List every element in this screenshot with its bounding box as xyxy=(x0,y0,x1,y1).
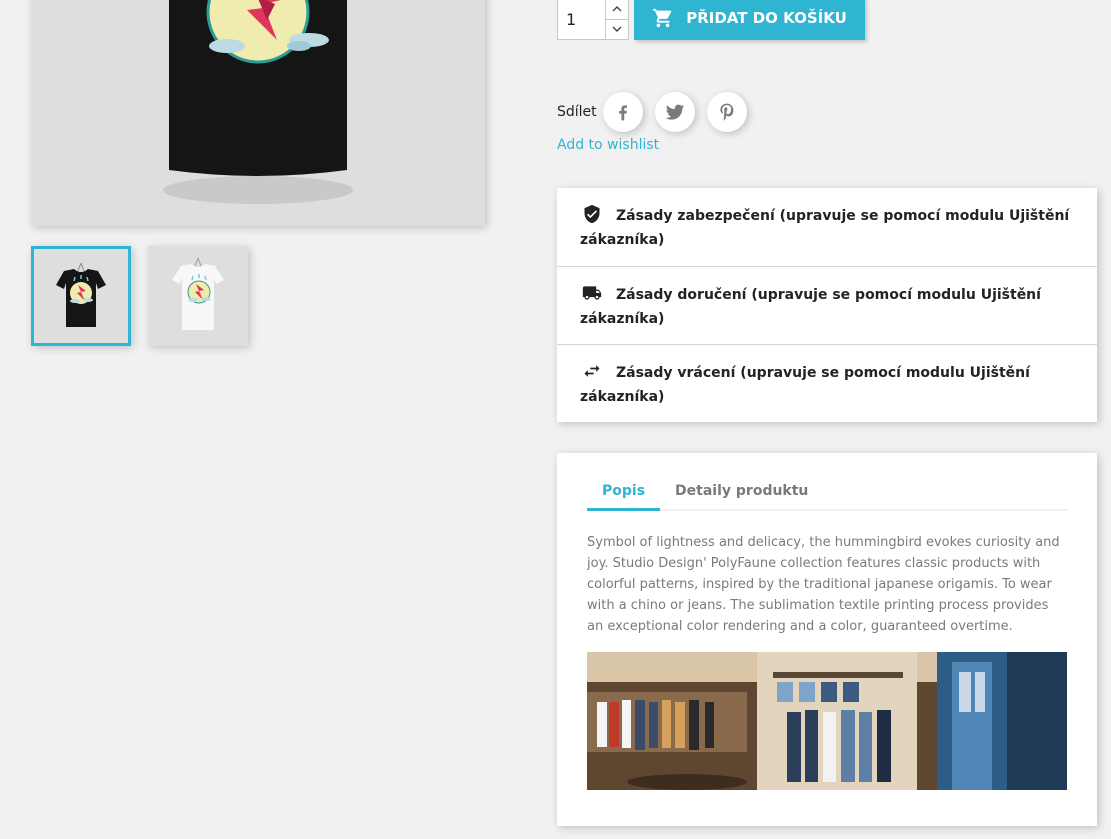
product-cover-image[interactable] xyxy=(31,0,485,226)
chevron-down-icon xyxy=(612,26,622,32)
reassurance-delivery: Zásady doručení (upravuje se pomocí modu… xyxy=(557,266,1097,344)
reassurance-security: Zásady zabezpečení (upravuje se pomocí m… xyxy=(557,188,1097,266)
shopping-cart-icon xyxy=(653,8,672,28)
quantity-buttons xyxy=(605,0,628,39)
add-to-wishlist-link[interactable]: Add to wishlist xyxy=(557,137,659,153)
thumbnail-black-tshirt[interactable] xyxy=(31,246,131,346)
product-tabs: Popis Detaily produktu xyxy=(587,475,1067,511)
customer-reassurance: Zásady zabezpečení (upravuje se pomocí m… xyxy=(557,188,1097,422)
reassurance-security-text: Zásady zabezpečení (upravuje se pomocí m… xyxy=(580,208,1070,248)
reassurance-delivery-text: Zásady doručení (upravuje se pomocí modu… xyxy=(580,287,1041,327)
share-facebook-button[interactable] xyxy=(602,92,643,132)
clothing-store-image xyxy=(587,652,1067,790)
product-tabs-card: Popis Detaily produktu Symbol of lightne… xyxy=(557,453,1097,826)
quantity-decrement-button[interactable] xyxy=(606,18,628,40)
truck-icon xyxy=(582,286,602,300)
product-description: Symbol of lightness and delicacy, the hu… xyxy=(587,535,1060,634)
tab-product-details[interactable]: Detaily produktu xyxy=(660,475,823,511)
clothing-store-illustration xyxy=(587,652,1067,790)
tab-description[interactable]: Popis xyxy=(587,475,661,511)
tshirt-thumb-black-image xyxy=(56,262,106,327)
reassurance-return-text: Zásady vrácení (upravuje se pomocí modul… xyxy=(580,365,1030,405)
share-twitter-button[interactable] xyxy=(654,92,695,132)
swap-arrows-icon xyxy=(584,365,600,377)
add-to-cart-button[interactable]: PŘIDAT DO KOŠÍKU xyxy=(634,0,865,40)
add-to-cart-label: PŘIDAT DO KOŠÍKU xyxy=(686,9,847,27)
share-label: Sdílet xyxy=(557,104,597,120)
share-pinterest-button[interactable] xyxy=(706,92,747,132)
chevron-up-icon xyxy=(612,6,622,12)
facebook-icon xyxy=(618,105,627,121)
product-thumbnails xyxy=(31,246,248,346)
tshirt-black-image xyxy=(163,0,353,204)
social-share: Sdílet xyxy=(557,92,759,132)
thumbnail-white-tshirt[interactable] xyxy=(148,246,248,346)
reassurance-return: Zásady vrácení (upravuje se pomocí modul… xyxy=(557,344,1097,422)
pinterest-icon xyxy=(719,103,734,121)
quantity-stepper xyxy=(557,0,629,40)
quantity-input[interactable] xyxy=(558,0,605,39)
quantity-increment-button[interactable] xyxy=(606,0,628,19)
shield-check-icon xyxy=(584,204,600,224)
twitter-icon xyxy=(665,104,684,120)
tshirt-thumb-white-image xyxy=(172,257,224,330)
